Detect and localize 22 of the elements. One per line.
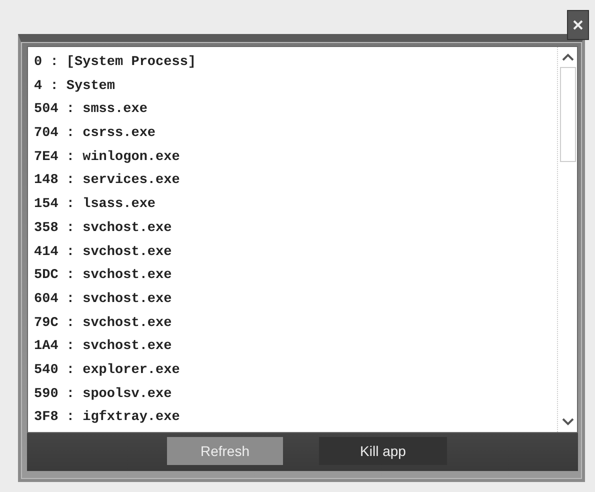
close-icon [573,20,583,30]
process-row[interactable]: 504 : smss.exe [34,98,148,122]
process-row[interactable]: 148 : services.exe [34,169,180,194]
process-row[interactable]: 3F8 : igfxtray.exe [34,406,180,430]
process-row[interactable]: 590 : spoolsv.exe [34,382,172,406]
process-row[interactable]: 4 : System [34,74,116,98]
process-row[interactable]: 79C : svchost.exe [34,312,172,336]
process-row[interactable]: 5DC : svchost.exe [34,264,172,288]
process-row[interactable]: 154 : lsass.exe [34,193,156,217]
process-row[interactable]: 704 : csrss.exe [34,122,156,146]
process-row[interactable]: 414 : svchost.exe [34,240,172,264]
scroll-up-icon[interactable] [562,53,574,61]
process-row[interactable]: 0 : [System Process] [34,51,196,75]
process-row[interactable]: 7E4 : winlogon.exe [34,146,180,170]
scrollbar-thumb[interactable] [560,67,576,162]
close-button[interactable] [567,10,589,40]
process-row[interactable]: 604 : svchost.exe [34,288,172,312]
process-row[interactable]: 1A4 : svchost.exe [34,335,172,359]
process-row[interactable]: 540 : explorer.exe [34,358,180,383]
process-row[interactable]: 358 : svchost.exe [34,216,172,240]
scroll-down-icon[interactable] [562,418,574,426]
kill-button[interactable]: Kill app [319,437,447,465]
